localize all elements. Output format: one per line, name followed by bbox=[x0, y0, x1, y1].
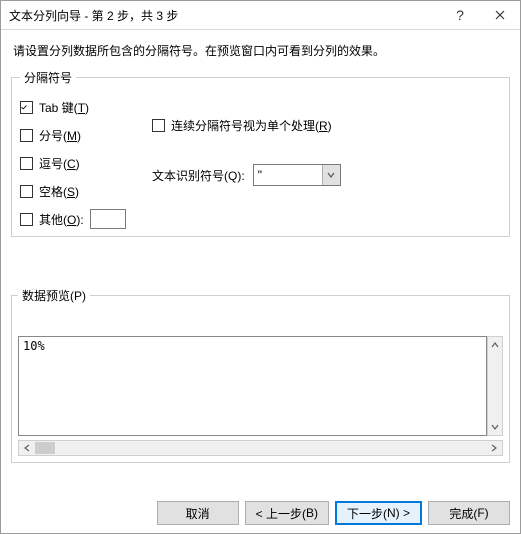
consecutive-checkbox[interactable] bbox=[152, 119, 165, 132]
delimiters-group: 分隔符号 Tab 键(T) 分号(M) 逗号(C) bbox=[11, 69, 510, 237]
qualifier-label: 文本识别符号(Q): bbox=[152, 167, 245, 184]
back-button[interactable]: < 上一步(B) bbox=[245, 501, 329, 525]
semicolon-checkbox-row[interactable]: 分号(M) bbox=[20, 126, 140, 144]
scroll-thumb[interactable] bbox=[35, 442, 55, 454]
other-checkbox[interactable] bbox=[20, 213, 33, 226]
title-bar: 文本分列向导 - 第 2 步，共 3 步 ? bbox=[1, 1, 520, 30]
text-qualifier-combo[interactable]: " bbox=[253, 164, 341, 186]
tab-checkbox-row[interactable]: Tab 键(T) bbox=[20, 98, 140, 116]
scroll-right-icon[interactable] bbox=[486, 441, 502, 455]
semicolon-label: 分号(M) bbox=[39, 127, 81, 144]
description-text: 请设置分列数据所包含的分隔符号。在预览窗口内可看到分列的效果。 bbox=[13, 42, 510, 59]
close-button[interactable] bbox=[480, 1, 520, 29]
space-checkbox[interactable] bbox=[20, 185, 33, 198]
space-label: 空格(S) bbox=[39, 183, 79, 200]
scroll-left-icon[interactable] bbox=[19, 441, 35, 455]
vertical-scrollbar[interactable] bbox=[487, 336, 503, 436]
other-delimiter-input[interactable] bbox=[90, 209, 126, 229]
window-title: 文本分列向导 - 第 2 步，共 3 步 bbox=[9, 7, 440, 24]
finish-button[interactable]: 完成(F) bbox=[428, 501, 510, 525]
preview-legend: 数据预览(P) bbox=[18, 287, 90, 304]
other-label: 其他(O): bbox=[39, 211, 84, 228]
preview-text: 10% bbox=[23, 339, 45, 353]
check-icon bbox=[21, 102, 27, 113]
dialog-window: 文本分列向导 - 第 2 步，共 3 步 ? 请设置分列数据所包含的分隔符号。在… bbox=[0, 0, 521, 534]
tab-checkbox[interactable] bbox=[20, 101, 33, 114]
scroll-down-icon[interactable] bbox=[488, 419, 502, 435]
horizontal-scrollbar[interactable] bbox=[18, 440, 503, 456]
semicolon-checkbox[interactable] bbox=[20, 129, 33, 142]
delimiters-legend: 分隔符号 bbox=[20, 69, 76, 86]
consecutive-label: 连续分隔符号视为单个处理(R) bbox=[171, 117, 332, 134]
dialog-body: 请设置分列数据所包含的分隔符号。在预览窗口内可看到分列的效果。 分隔符号 Tab… bbox=[1, 30, 520, 463]
other-checkbox-row[interactable]: 其他(O): bbox=[20, 210, 140, 228]
preview-content: 10% bbox=[18, 336, 487, 436]
comma-checkbox[interactable] bbox=[20, 157, 33, 170]
button-bar: 取消 < 上一步(B) 下一步(N) > 完成(F) bbox=[1, 501, 520, 525]
next-button[interactable]: 下一步(N) > bbox=[335, 501, 422, 525]
data-preview-group: 数据预览(P) 10% bbox=[11, 287, 510, 463]
combo-dropdown-button[interactable] bbox=[322, 165, 340, 185]
comma-checkbox-row[interactable]: 逗号(C) bbox=[20, 154, 140, 172]
space-checkbox-row[interactable]: 空格(S) bbox=[20, 182, 140, 200]
cancel-button[interactable]: 取消 bbox=[157, 501, 239, 525]
consecutive-checkbox-row[interactable]: 连续分隔符号视为单个处理(R) bbox=[152, 116, 501, 134]
close-icon bbox=[495, 10, 505, 20]
scroll-up-icon[interactable] bbox=[488, 337, 502, 353]
tab-label: Tab 键(T) bbox=[39, 99, 89, 116]
help-button[interactable]: ? bbox=[440, 1, 480, 29]
comma-label: 逗号(C) bbox=[39, 155, 80, 172]
qualifier-value: " bbox=[254, 166, 322, 184]
chevron-down-icon bbox=[327, 171, 335, 179]
